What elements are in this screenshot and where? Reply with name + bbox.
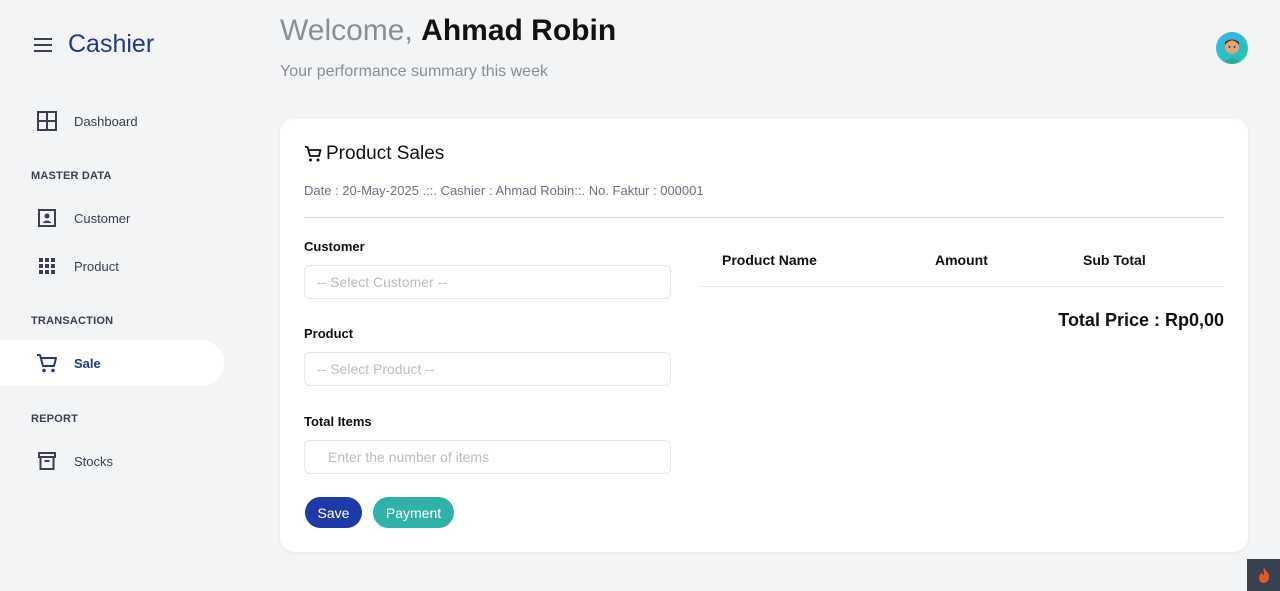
sidebar-item-label: Customer xyxy=(74,210,131,226)
card-title-text: Product Sales xyxy=(326,143,445,164)
cart-icon xyxy=(304,145,322,163)
save-button[interactable]: Save xyxy=(305,497,362,528)
hamburger-menu-icon[interactable] xyxy=(34,35,54,55)
page-subtitle: Your performance summary this week xyxy=(280,63,548,80)
section-transaction: TRANSACTION xyxy=(31,315,114,327)
app-title: Cashier xyxy=(68,30,155,58)
sale-meta-info: Date : 20-May-2025 .::. Cashier : Ahmad … xyxy=(304,183,704,198)
column-header-amount: Amount xyxy=(935,252,988,268)
user-avatar-icon xyxy=(1223,39,1241,64)
sidebar-item-label: Product xyxy=(74,258,119,274)
sidebar-item-sale[interactable]: Sale xyxy=(0,340,224,386)
sidebar-item-label: Stocks xyxy=(74,453,114,469)
sidebar-item-product[interactable]: Product xyxy=(0,243,224,289)
welcome-heading: Welcome, Ahmad Robin xyxy=(280,14,616,48)
column-header-sub-total: Sub Total xyxy=(1083,252,1146,268)
card-title: Product Sales xyxy=(304,143,444,165)
greeting-text: Welcome, xyxy=(280,14,422,47)
apps-grid-icon xyxy=(36,255,58,277)
customer-select[interactable]: -- Select Customer -- xyxy=(304,265,671,299)
table-divider xyxy=(700,286,1224,287)
user-name: Ahmad Robin xyxy=(421,14,617,47)
archive-box-icon xyxy=(36,450,58,472)
product-select[interactable]: -- Select Product -- xyxy=(304,352,671,386)
divider xyxy=(304,217,1224,218)
total-items-input[interactable]: Enter the number of items xyxy=(304,440,671,474)
product-label: Product xyxy=(304,326,354,341)
cart-icon xyxy=(36,352,58,374)
brand: Cashier xyxy=(34,30,154,59)
contact-card-icon xyxy=(36,207,58,229)
sidebar-item-dashboard[interactable]: Dashboard xyxy=(0,98,224,144)
sidebar: Cashier Dashboard MASTER DATA Customer P… xyxy=(0,0,240,591)
column-header-product-name: Product Name xyxy=(722,252,817,268)
total-price: Total Price : Rp0,00 xyxy=(1058,310,1224,330)
avatar[interactable] xyxy=(1216,32,1248,64)
flame-icon xyxy=(1258,567,1269,583)
sidebar-item-label: Sale xyxy=(74,355,101,371)
section-master-data: MASTER DATA xyxy=(31,170,112,182)
grid-icon xyxy=(36,110,58,132)
customer-label: Customer xyxy=(304,239,365,254)
section-report: REPORT xyxy=(31,413,79,425)
sidebar-item-stocks[interactable]: Stocks xyxy=(0,438,224,484)
sidebar-item-label: Dashboard xyxy=(74,113,138,129)
debug-toolbar-toggle[interactable] xyxy=(1247,559,1280,591)
sidebar-item-customer[interactable]: Customer xyxy=(0,195,224,241)
product-sales-card: Product Sales Date : 20-May-2025 .::. Ca… xyxy=(280,119,1248,552)
total-items-label: Total Items xyxy=(304,414,372,429)
payment-button[interactable]: Payment xyxy=(373,497,454,528)
